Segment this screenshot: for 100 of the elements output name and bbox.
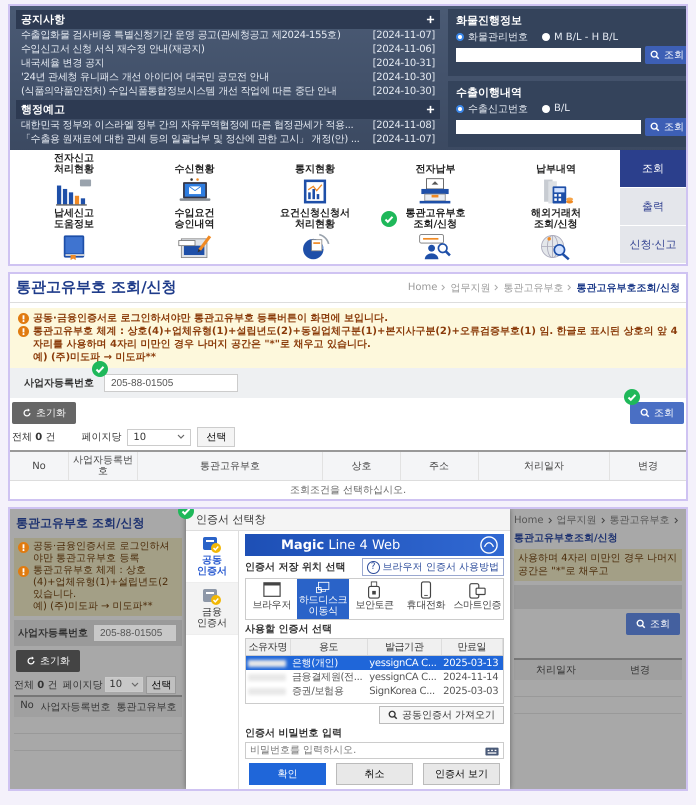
side-tab[interactable]: 신청·신고 bbox=[620, 226, 686, 264]
notice-link[interactable]: 대한민국 정부와 이스라엘 정부 간의 자유무역협정에 따른 협정관세가 적용... bbox=[21, 120, 354, 132]
column-header: No bbox=[10, 451, 68, 480]
result-count: 전체 0 건 bbox=[14, 678, 58, 692]
certificate-icon bbox=[202, 536, 222, 554]
notice-link[interactable]: (식품의약품안전처) 수입식품통합정보시스템 개선 작업에 따른 중단 안내 bbox=[21, 86, 336, 98]
menu-item[interactable]: 전자납부 bbox=[415, 153, 456, 206]
bar-chart-icon bbox=[55, 177, 94, 206]
plus-icon[interactable] bbox=[426, 105, 435, 114]
per-page-select[interactable]: 10 bbox=[105, 677, 144, 692]
chevron-icon bbox=[494, 284, 500, 291]
search-button[interactable]: 조회 bbox=[645, 46, 686, 64]
search-button[interactable]: 조회 bbox=[626, 613, 680, 635]
notice-text: 공동·금융인증서로 로그인하셔야만 통관고유부호 등록 bbox=[33, 541, 170, 565]
business-number-field[interactable]: 205-88-01505 bbox=[93, 624, 177, 642]
search-icon bbox=[388, 710, 398, 720]
search-field[interactable] bbox=[456, 120, 641, 134]
reset-button[interactable]: 초기화 bbox=[16, 650, 80, 672]
column-header: 통관고유부호 bbox=[138, 451, 323, 480]
radio-label: 수출신고번호 bbox=[468, 102, 528, 116]
menu-item[interactable]: 수신현황 bbox=[174, 153, 215, 206]
column-header: 주소 bbox=[400, 451, 478, 480]
menu-item[interactable]: 요건신청신청서 처리현황 bbox=[280, 208, 350, 261]
help-button[interactable]: ? 브라우저 인증서 사용방법 bbox=[362, 558, 504, 576]
notice-date: [2024-11-06] bbox=[372, 44, 435, 56]
per-page-label: 페이지당 bbox=[62, 678, 102, 692]
certificate-icon bbox=[202, 588, 222, 606]
side-tab[interactable]: 출력 bbox=[620, 188, 686, 226]
search-icon bbox=[650, 50, 660, 60]
plus-icon[interactable] bbox=[426, 15, 435, 24]
notice-date: [2024-10-30] bbox=[372, 86, 435, 98]
password-field[interactable]: 비밀번호를 입력하시오. bbox=[245, 742, 504, 759]
alert-icon bbox=[18, 542, 29, 553]
menu-item[interactable]: 통지현황 bbox=[294, 153, 335, 206]
notice-text: 예) (주)미도파 → 미도파** bbox=[33, 601, 153, 613]
per-page-select[interactable]: 10 bbox=[127, 428, 192, 446]
certificate-row[interactable]: 은행(개인) yessignCA C... 2025-03-13 bbox=[246, 656, 502, 670]
help-icon: ? bbox=[366, 560, 380, 574]
result-count: 전체 0 건 bbox=[12, 431, 56, 444]
section-title: 공지사항 bbox=[21, 12, 65, 27]
search-button[interactable]: 조회 bbox=[630, 402, 684, 424]
section-title: 행정예고 bbox=[21, 102, 65, 117]
keyboard-icon[interactable] bbox=[485, 747, 499, 756]
notice-link[interactable]: 내국세율 변경 공지 bbox=[21, 58, 104, 70]
browser-window-icon bbox=[260, 581, 283, 599]
dialog-button[interactable]: 확인 bbox=[249, 763, 326, 785]
chevron-icon bbox=[441, 284, 446, 291]
cert-type-tab[interactable]: 금융 인증서 bbox=[186, 583, 238, 635]
import-button[interactable]: 공동인증서 가져오기 bbox=[378, 706, 504, 724]
reset-button[interactable]: 초기화 bbox=[12, 402, 76, 424]
table-cell: 금융결제원(전... bbox=[290, 670, 368, 684]
notice-link[interactable]: 수입신고서 신청 서식 재수정 안내(재공지) bbox=[21, 44, 205, 56]
column-header: 만료일 bbox=[441, 639, 502, 656]
notice-text: 사용하며 4자리 미만인 경우 나머지 공간은 "*"로 채우고 bbox=[518, 552, 678, 578]
column-header: 사업자등록번호 bbox=[40, 701, 111, 714]
radio-button[interactable] bbox=[542, 104, 550, 112]
business-number-field[interactable]: 205-88-01505 bbox=[104, 374, 238, 392]
select-button[interactable]: 선택 bbox=[146, 676, 176, 694]
table-cell-text: 2025-03-03 bbox=[442, 684, 500, 698]
table-cell: 은행(개인) bbox=[290, 656, 368, 670]
alert-icon bbox=[18, 566, 29, 577]
column-header: No bbox=[19, 700, 35, 713]
radio-button[interactable] bbox=[456, 104, 464, 112]
select-button[interactable]: 선택 bbox=[197, 427, 236, 447]
menu-item[interactable]: 납세신고 도움정보 bbox=[54, 208, 94, 261]
caret-icon bbox=[177, 434, 186, 440]
table-cell: 2025-03-13 bbox=[441, 656, 502, 670]
breadcrumb-link[interactable]: 통관고유부호조회/신청 bbox=[514, 531, 618, 545]
smartphone-icon bbox=[466, 581, 488, 599]
menu-item[interactable]: 납부내역 bbox=[536, 153, 576, 206]
side-tab[interactable]: 조회 bbox=[620, 150, 686, 188]
dialog-button[interactable]: 취소 bbox=[336, 763, 413, 785]
column-header: 변경 bbox=[629, 664, 651, 677]
certificate-row[interactable]: 금융결제원(전... yessignCA C... 2024-11-14 bbox=[246, 670, 502, 684]
dialog-button[interactable]: 인증서 보기 bbox=[423, 763, 500, 785]
refresh-icon bbox=[26, 656, 36, 666]
column-header: 처리일자 bbox=[535, 664, 577, 677]
notice-date: [2024-10-30] bbox=[372, 72, 435, 84]
certificate-row[interactable]: 증권/보험용 SignKorea C... 2025-03-03 bbox=[246, 684, 502, 698]
search-field[interactable] bbox=[456, 48, 641, 62]
banner-title: Magic Line 4 Web bbox=[281, 538, 400, 552]
column-header: 용도 bbox=[290, 639, 368, 656]
menu-item[interactable]: 해외거래처 조회/신청 bbox=[530, 208, 581, 261]
radio-button[interactable] bbox=[542, 33, 550, 41]
radio-button[interactable] bbox=[456, 33, 464, 41]
alert-icon bbox=[18, 313, 29, 324]
storage-option[interactable]: 하드디스크 이동식 bbox=[297, 579, 349, 619]
notice-link[interactable]: 수출입화물 검사비용 특별신청기간 운영 공고(관세청공고 제2024-155호) bbox=[21, 30, 341, 42]
menu-item[interactable]: 통관고유부호 조회/신청 bbox=[405, 208, 466, 261]
radio-label: B/L bbox=[554, 103, 570, 114]
search-button[interactable]: 조회 bbox=[645, 118, 686, 136]
breadcrumb-link[interactable]: 통관고유부호조회/신청 bbox=[576, 280, 680, 294]
notice-text: 예) (주)미도파 → 미도파** bbox=[33, 351, 156, 364]
notice-link[interactable]: '24년 관세청 유니패스 개선 아이디어 대국민 공모전 안내 bbox=[21, 72, 270, 84]
page-title: 통관고유부호 조회/신청 bbox=[16, 278, 177, 297]
notice-link[interactable]: 「수출용 원재료에 대한 관세 등의 일괄납부 및 정산에 관한 고시」 개정(안) ... bbox=[21, 134, 360, 146]
emblem-icon bbox=[480, 536, 498, 554]
menu-item[interactable]: 전자신고 처리현황 bbox=[54, 153, 94, 206]
menu-item[interactable]: 수입요건 승인내역 bbox=[174, 208, 215, 261]
column-header: 사업자등록번호 bbox=[68, 451, 138, 480]
